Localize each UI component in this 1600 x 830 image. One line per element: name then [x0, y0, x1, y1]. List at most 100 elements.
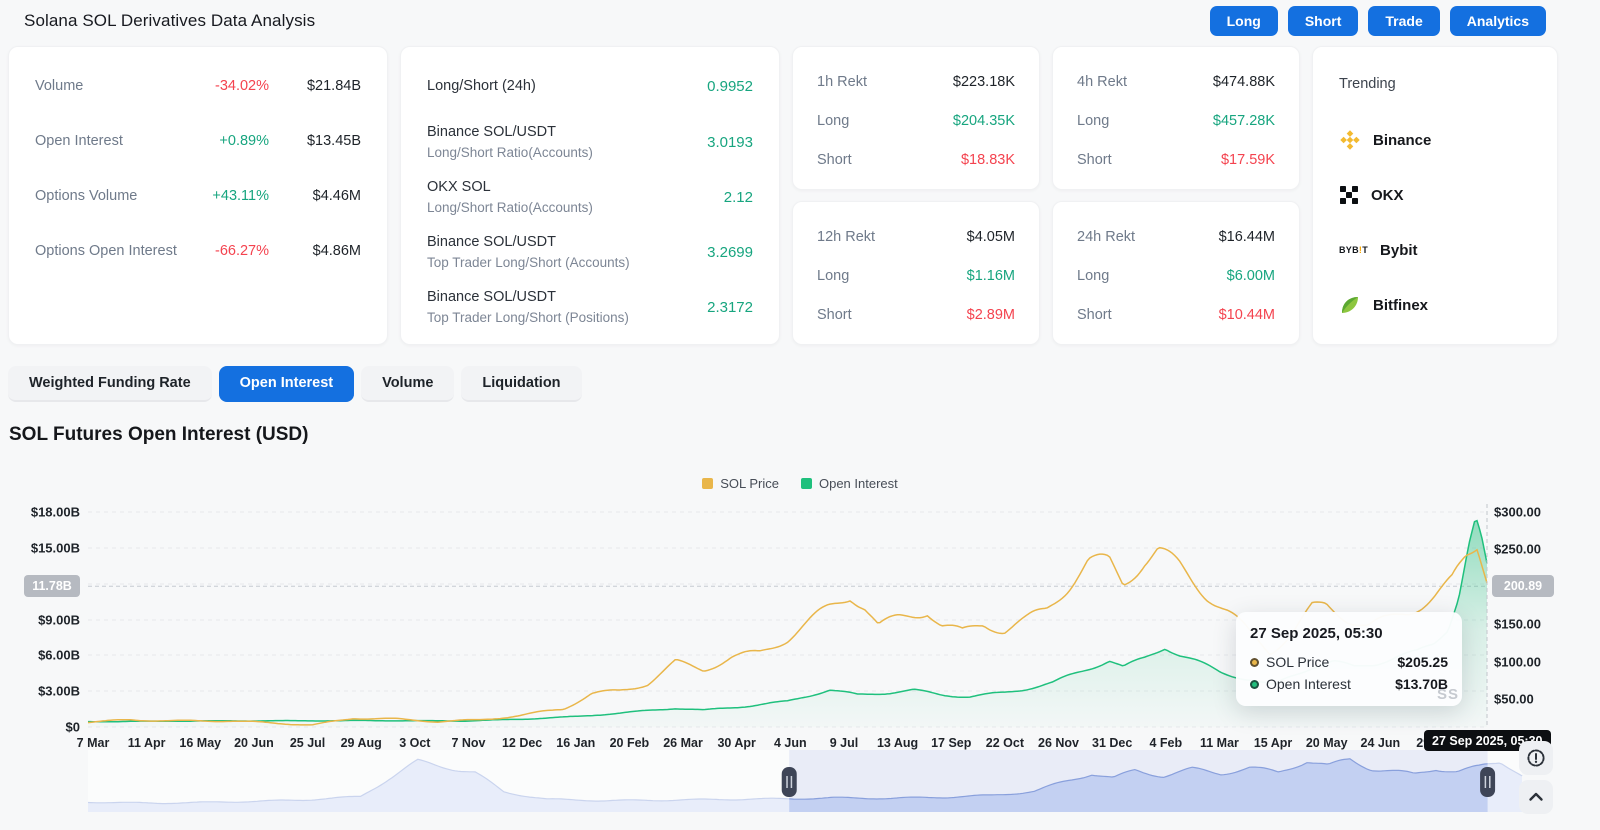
header: Solana SOL Derivatives Data Analysis Lon… — [0, 0, 1600, 44]
x-axis-labels: 7 Mar11 Apr16 May20 Jun25 Jul29 Aug3 Oct… — [77, 736, 1452, 750]
tab-volume[interactable]: Volume — [361, 366, 454, 402]
navigator-selection[interactable] — [789, 750, 1487, 812]
tab-open-interest[interactable]: Open Interest — [219, 366, 354, 402]
chart-area: SOL PriceOpen Interest $18.00B$15.00B$9.… — [0, 470, 1600, 830]
page-title: Solana SOL Derivatives Data Analysis — [24, 11, 315, 31]
rekt-long-row: Long$457.28K — [1077, 111, 1275, 131]
axis-tick-label: 30 Apr — [717, 736, 756, 750]
tooltip-row: SOL Price$205.25 — [1250, 651, 1448, 673]
axis-tick-label: 22 Oct — [986, 736, 1025, 750]
rekt-short-value: $2.89M — [967, 307, 1015, 323]
axis-tick-label: 15 Apr — [1254, 736, 1293, 750]
ratio-value: 3.0193 — [707, 134, 753, 151]
rekt-long-value: $1.16M — [967, 268, 1015, 284]
stat-change: -66.27% — [183, 243, 269, 259]
axis-tick-label: 11 Apr — [128, 736, 166, 750]
rekt-card-12h: 12h Rekt$4.05MLong$1.16MShort$2.89M — [792, 201, 1040, 345]
axis-tick-label: $9.00B — [38, 613, 80, 628]
navigator-right-handle[interactable] — [1480, 767, 1495, 797]
trending-title: Trending — [1339, 76, 1531, 96]
axis-tick-label: $6.00B — [38, 648, 80, 663]
rekt-card-24h: 24h Rekt$16.44MLong$6.00MShort$10.44M — [1052, 201, 1300, 345]
tab-liquidation[interactable]: Liquidation — [461, 366, 581, 402]
axis-tick-label: 24 Jun — [1361, 736, 1401, 750]
trending-item-bybit[interactable]: BYB!TBybit — [1339, 239, 1531, 261]
axis-tick-label: 25 Jul — [290, 736, 325, 750]
rekt-column-2: 4h Rekt$474.88KLong$457.28KShort$17.59K2… — [1052, 46, 1300, 345]
chart-tooltip: 27 Sep 2025, 05:30 SOL Price$205.25Open … — [1236, 612, 1462, 706]
watermark-fragment: SS — [1437, 686, 1459, 703]
ratio-label-sub: Long/Short Ratio(Accounts) — [427, 145, 707, 160]
summary-cards-row: Volume-34.02%$21.84B Open Interest+0.89%$… — [8, 46, 1558, 345]
ratio-label-sub: Long/Short Ratio(Accounts) — [427, 200, 724, 215]
svg-text:11.78B: 11.78B — [32, 579, 72, 593]
oi-current-badge: 11.78B — [24, 575, 80, 597]
rekt-long-value: $6.00M — [1227, 268, 1275, 284]
page: Solana SOL Derivatives Data Analysis Lon… — [0, 0, 1600, 830]
stat-label: Options Open Interest — [35, 243, 183, 259]
rekt-card-1h: 1h Rekt$223.18KLong$204.35KShort$18.83K — [792, 46, 1040, 190]
rekt-total-row: 4h Rekt$474.88K — [1077, 72, 1275, 92]
rekt-title: 24h Rekt — [1077, 229, 1219, 245]
rekt-long-row: Long$1.16M — [817, 266, 1015, 286]
ratio-label: Binance SOL/USDTLong/Short Ratio(Account… — [427, 124, 707, 160]
bitfinex-icon — [1339, 294, 1361, 316]
short-button[interactable]: Short — [1288, 6, 1359, 36]
axis-tick-label: $3.00B — [38, 684, 80, 699]
ratio-label-main: OKX SOL — [427, 179, 724, 195]
ratio-label-main: Binance SOL/USDT — [427, 234, 707, 250]
axis-tick-label: $15.00B — [31, 541, 80, 556]
rekt-card-4h: 4h Rekt$474.88KLong$457.28KShort$17.59K — [1052, 46, 1300, 190]
rekt-long-value: $204.35K — [953, 113, 1015, 129]
stats-row: Volume-34.02%$21.84B — [35, 76, 361, 96]
tooltip-date: 27 Sep 2025, 05:30 — [1250, 625, 1448, 642]
axis-tick-label: 29 Aug — [341, 736, 382, 750]
stat-label: Volume — [35, 78, 183, 94]
axis-tick-label: $0 — [66, 720, 80, 735]
stat-value: $13.45B — [269, 133, 361, 149]
axis-tick-label: 26 Mar — [663, 736, 703, 750]
market-stats-card: Volume-34.02%$21.84B Open Interest+0.89%$… — [8, 46, 388, 345]
stat-label: Open Interest — [35, 133, 183, 149]
axis-tick-label: 20 Jun — [234, 736, 274, 750]
ratio-label: Binance SOL/USDTTop Trader Long/Short (P… — [427, 289, 707, 325]
trending-item-binance[interactable]: Binance — [1339, 129, 1531, 151]
stats-row: Open Interest+0.89%$13.45B — [35, 131, 361, 151]
trending-item-okx[interactable]: OKX — [1339, 184, 1531, 206]
stat-value: $4.86M — [269, 243, 361, 259]
rekt-short-label: Short — [1077, 152, 1221, 168]
rekt-column-1: 1h Rekt$223.18KLong$204.35KShort$18.83K1… — [792, 46, 1040, 345]
ratio-row: Long/Short (24h)0.9952 — [427, 76, 753, 96]
ratio-row: Binance SOL/USDTLong/Short Ratio(Account… — [427, 121, 753, 163]
trending-item-bitfinex[interactable]: Bitfinex — [1339, 294, 1531, 316]
ratio-value: 3.2699 — [707, 244, 753, 261]
axis-tick-label: 13 Aug — [877, 736, 918, 750]
axis-tick-label: 3 Oct — [399, 736, 431, 750]
right-axis-labels: $300.00$250.00$150.00$100.00$50.00$13.09 — [1494, 505, 1541, 744]
navigator[interactable] — [88, 750, 1522, 812]
chart-tabs: Weighted Funding RateOpen InterestVolume… — [8, 366, 582, 402]
ratio-label-main: Binance SOL/USDT — [427, 289, 707, 305]
chart-alert-settings-button[interactable] — [1519, 741, 1553, 775]
stat-change: +43.11% — [183, 188, 269, 204]
analytics-button[interactable]: Analytics — [1450, 6, 1546, 36]
rekt-total-value: $4.05M — [967, 229, 1015, 245]
long-button[interactable]: Long — [1210, 6, 1278, 36]
navigator-left-handle[interactable] — [782, 767, 797, 797]
rekt-short-label: Short — [817, 307, 967, 323]
tooltip-row: Open Interest$13.70B — [1250, 673, 1448, 695]
axis-tick-label: $150.00 — [1494, 617, 1541, 632]
rekt-total-row: 1h Rekt$223.18K — [817, 72, 1015, 92]
rekt-title: 1h Rekt — [817, 74, 953, 90]
ratio-label-main: Long/Short (24h) — [427, 78, 707, 94]
collapse-chart-button[interactable] — [1519, 780, 1553, 814]
stat-change: -34.02% — [183, 78, 269, 94]
trending-card: Trending Binance OKX BYB!TBybit Bitfinex — [1312, 46, 1558, 345]
stat-label: Options Volume — [35, 188, 183, 204]
long-short-ratios-card: Long/Short (24h)0.9952Binance SOL/USDTLo… — [400, 46, 780, 345]
tab-weighted-funding-rate[interactable]: Weighted Funding Rate — [8, 366, 212, 402]
axis-tick-label: $50.00 — [1494, 692, 1534, 707]
trade-button[interactable]: Trade — [1368, 6, 1439, 36]
axis-tick-label: $18.00B — [31, 505, 80, 520]
ratio-row: OKX SOLLong/Short Ratio(Accounts)2.12 — [427, 176, 753, 218]
